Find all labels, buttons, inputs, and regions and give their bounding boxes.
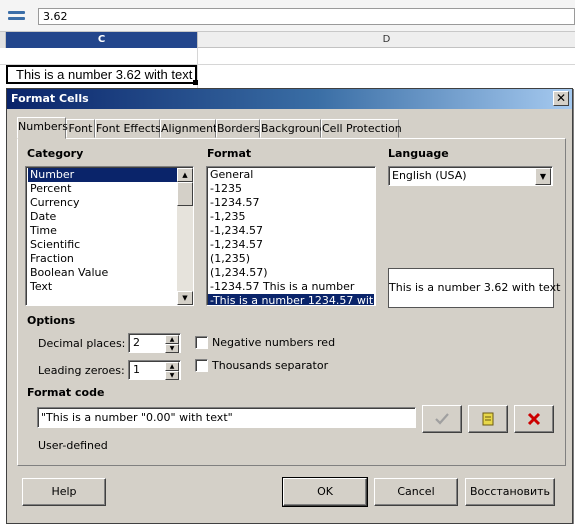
- dialog-title: Format Cells: [11, 92, 89, 105]
- dialog-titlebar[interactable]: [7, 89, 572, 109]
- scroll-up-icon[interactable]: ▲: [177, 168, 193, 182]
- list-item[interactable]: Text: [28, 280, 177, 294]
- list-item[interactable]: General: [208, 168, 374, 182]
- list-item[interactable]: -1234.57 This is a number: [208, 280, 374, 294]
- apply-button[interactable]: [422, 405, 462, 433]
- fill-handle[interactable]: [193, 80, 198, 85]
- cancel-button[interactable]: Cancel: [374, 478, 458, 506]
- list-item[interactable]: Currency: [28, 196, 177, 210]
- language-label: Language: [388, 147, 449, 160]
- checkmark-icon: [435, 413, 449, 425]
- tab-font-effects[interactable]: Font Effects: [95, 119, 161, 138]
- decimal-places-label: Decimal places:: [38, 337, 126, 350]
- scroll-thumb[interactable]: [177, 182, 193, 206]
- list-item[interactable]: Time: [28, 224, 177, 238]
- list-item[interactable]: Fraction: [28, 252, 177, 266]
- close-icon[interactable]: ✕: [553, 91, 569, 106]
- category-list[interactable]: Number Percent Currency Date Time Scient…: [25, 166, 194, 306]
- active-cell[interactable]: This is a number 3.62 with text: [6, 65, 197, 84]
- tab-cell-protection[interactable]: Cell Protection: [321, 119, 402, 138]
- list-item[interactable]: -1,235: [208, 210, 374, 224]
- list-item[interactable]: Boolean Value: [28, 266, 177, 280]
- ok-button[interactable]: OK: [282, 477, 368, 507]
- list-item[interactable]: (1,235): [208, 252, 374, 266]
- list-item[interactable]: -This is a number 1234.57 with text: [208, 294, 374, 305]
- leading-zeroes-label: Leading zeroes:: [38, 364, 125, 377]
- spin-down-icon[interactable]: ▼: [165, 344, 179, 353]
- format-code-status: User-defined: [38, 439, 108, 452]
- list-item[interactable]: Date: [28, 210, 177, 224]
- tab-alignment[interactable]: Alignment: [160, 119, 217, 138]
- list-item[interactable]: -1,234.57: [208, 238, 374, 252]
- leading-zeroes-stepper[interactable]: 1 ▲ ▼: [128, 360, 181, 380]
- category-label: Category: [27, 147, 84, 160]
- decimal-places-stepper[interactable]: 2 ▲ ▼: [128, 333, 181, 353]
- list-item[interactable]: -1235: [208, 182, 374, 196]
- format-list[interactable]: General -1235 -1234.57 -1,235 -1,234.57 …: [206, 166, 376, 306]
- format-code-input[interactable]: "This is a number "0.00" with text": [37, 407, 416, 428]
- format-code-label: Format code: [27, 386, 105, 399]
- list-item[interactable]: -1234.57: [208, 196, 374, 210]
- leading-zeroes-value: 1: [133, 363, 140, 376]
- column-header-d[interactable]: D: [197, 32, 575, 48]
- language-value: English (USA): [392, 169, 467, 182]
- comment-button[interactable]: [468, 405, 508, 433]
- spin-down-icon[interactable]: ▼: [165, 371, 179, 380]
- formula-input[interactable]: 3.62: [38, 8, 575, 25]
- comment-icon: [482, 412, 494, 426]
- help-button[interactable]: Help: [22, 478, 106, 506]
- list-item[interactable]: Scientific: [28, 238, 177, 252]
- list-item[interactable]: -1,234.57: [208, 224, 374, 238]
- thousands-separator-checkbox[interactable]: [195, 359, 208, 372]
- scroll-down-icon[interactable]: ▼: [177, 291, 193, 305]
- tab-numbers[interactable]: Numbers: [17, 117, 68, 139]
- delete-icon: [527, 412, 541, 426]
- negative-red-checkbox[interactable]: [195, 336, 208, 349]
- decimal-places-value: 2: [133, 336, 140, 349]
- category-scrollbar[interactable]: ▲ ▼: [177, 168, 193, 305]
- column-header-c[interactable]: C: [6, 32, 197, 48]
- tab-background[interactable]: Background: [260, 119, 327, 138]
- spin-up-icon[interactable]: ▲: [165, 335, 179, 344]
- list-item[interactable]: Percent: [28, 182, 177, 196]
- list-item[interactable]: (1,234.57): [208, 266, 374, 280]
- format-label: Format: [207, 147, 252, 160]
- chevron-down-icon[interactable]: ▼: [535, 168, 551, 185]
- thousands-separator-label: Thousands separator: [212, 359, 329, 372]
- language-select[interactable]: English (USA) ▼: [388, 166, 553, 186]
- delete-button[interactable]: [514, 405, 554, 433]
- tab-borders[interactable]: Borders: [216, 119, 260, 138]
- negative-red-label: Negative numbers red: [212, 336, 336, 349]
- reset-button[interactable]: Восстановить: [465, 478, 555, 506]
- format-preview: This is a number 3.62 with text: [388, 268, 560, 308]
- list-item[interactable]: Number: [28, 168, 177, 182]
- spin-up-icon[interactable]: ▲: [165, 362, 179, 371]
- options-label: Options: [27, 314, 76, 327]
- tab-font[interactable]: Font: [66, 119, 95, 138]
- formula-menu-icon[interactable]: [6, 8, 28, 24]
